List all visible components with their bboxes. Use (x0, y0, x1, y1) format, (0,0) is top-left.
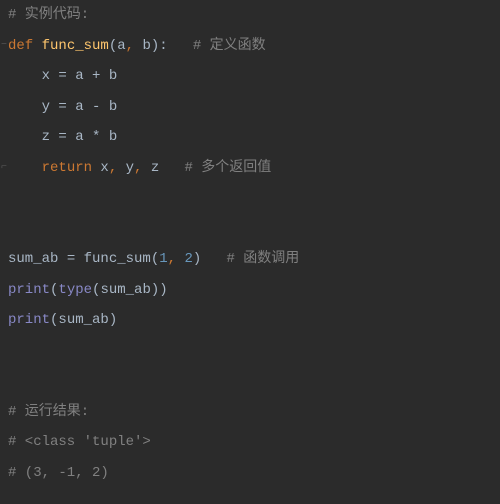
minus-op: - (92, 99, 109, 115)
code-line-6[interactable]: ⌐ return x, y, z # 多个返回值 (8, 153, 500, 184)
indent (8, 129, 42, 145)
paren-close: ) (159, 282, 167, 298)
builtin-print: print (8, 312, 50, 328)
comment-text: # 实例代码: (8, 7, 89, 23)
param-b: b (142, 38, 150, 54)
indent (8, 68, 42, 84)
paren-open: ( (109, 38, 117, 54)
code-line-2[interactable]: −def func_sum(a, b): # 定义函数 (8, 31, 500, 62)
var-y: y (42, 99, 59, 115)
comment-text: # 定义函数 (193, 38, 266, 54)
code-line-blank[interactable] (8, 366, 500, 397)
paren-close: ) (151, 282, 159, 298)
code-line-10[interactable]: print(type(sum_ab)) (8, 275, 500, 306)
code-line-16[interactable]: # (3, -1, 2) (8, 458, 500, 489)
comment-text: # <class 'tuple'> (8, 434, 151, 450)
code-line-1[interactable]: # 实例代码: (8, 0, 500, 31)
spacing (159, 160, 184, 176)
fold-end-icon: ⌐ (1, 163, 7, 173)
code-line-9[interactable]: sum_ab = func_sum(1, 2) # 函数调用 (8, 244, 500, 275)
indent (8, 160, 42, 176)
comment-text: # 运行结果: (8, 404, 89, 420)
var-b: b (109, 68, 117, 84)
comma: , (109, 160, 126, 176)
fold-gutter[interactable]: − (0, 31, 8, 62)
var-a: a (75, 99, 92, 115)
plus-op: + (92, 68, 109, 84)
var-x: x (42, 68, 59, 84)
comment-text: # 函数调用 (226, 251, 299, 267)
star-op: * (92, 129, 109, 145)
comma: , (126, 38, 143, 54)
comment-text: # (3, -1, 2) (8, 465, 109, 481)
var-x: x (100, 160, 108, 176)
call-funcsum: func_sum (84, 251, 151, 267)
var-z: z (42, 129, 59, 145)
var-b: b (109, 129, 117, 145)
fold-minus-icon: − (1, 41, 7, 51)
var-a: a (75, 68, 92, 84)
code-line-blank[interactable] (8, 183, 500, 214)
var-z: z (151, 160, 159, 176)
equals: = (67, 251, 84, 267)
paren-close: ) (193, 251, 227, 267)
code-line-4[interactable]: y = a - b (8, 92, 500, 123)
equals: = (58, 68, 75, 84)
var-y: y (126, 160, 134, 176)
number-1: 1 (159, 251, 167, 267)
builtin-type: type (58, 282, 92, 298)
equals: = (58, 129, 75, 145)
keyword-def: def (8, 38, 42, 54)
code-line-15[interactable]: # <class 'tuple'> (8, 427, 500, 458)
code-line-14[interactable]: # 运行结果: (8, 397, 500, 428)
var-b: b (109, 99, 117, 115)
code-line-blank[interactable] (8, 336, 500, 367)
paren-close: ): (151, 38, 193, 54)
comment-text: # 多个返回值 (184, 160, 271, 176)
function-name: func_sum (42, 38, 109, 54)
comma: , (168, 251, 185, 267)
param-a: a (117, 38, 125, 54)
code-line-5[interactable]: z = a * b (8, 122, 500, 153)
keyword-return: return (42, 160, 101, 176)
equals: = (58, 99, 75, 115)
paren-open: ( (151, 251, 159, 267)
fold-gutter[interactable]: ⌐ (0, 153, 8, 184)
comma: , (134, 160, 151, 176)
var-sumab: sum_ab (58, 312, 108, 328)
var-sumab: sum_ab (8, 251, 67, 267)
code-line-blank[interactable] (8, 214, 500, 245)
number-2: 2 (184, 251, 192, 267)
paren-close: ) (109, 312, 117, 328)
var-sumab: sum_ab (100, 282, 150, 298)
code-line-3[interactable]: x = a + b (8, 61, 500, 92)
code-line-11[interactable]: print(sum_ab) (8, 305, 500, 336)
var-a: a (75, 129, 92, 145)
indent (8, 99, 42, 115)
builtin-print: print (8, 282, 50, 298)
